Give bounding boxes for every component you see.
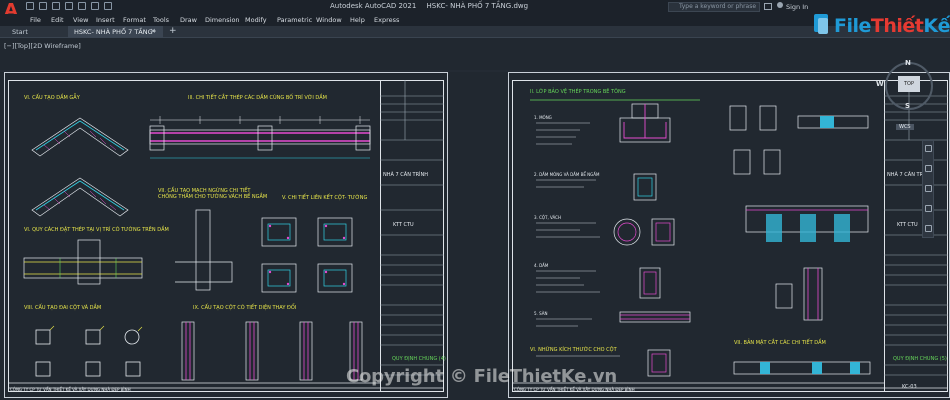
wcs-menu[interactable]: WCS: [896, 124, 914, 130]
viewcube[interactable]: TOP N S W: [876, 59, 933, 110]
viewcube-top-face[interactable]: TOP: [898, 76, 920, 92]
brand-mark-icon: [814, 14, 828, 34]
zoom-icon[interactable]: [925, 185, 932, 192]
brand-text: FileThiếtKế.vn: [834, 15, 950, 37]
brand-part-2: Thiết: [870, 15, 924, 37]
compass-west: W: [876, 80, 884, 88]
orbit-icon[interactable]: [925, 205, 932, 212]
copyright-watermark: Copyright © FileThietKe.vn: [346, 366, 618, 387]
pan-icon[interactable]: [925, 165, 932, 172]
navigation-bar: [922, 140, 934, 238]
showmotion-icon[interactable]: [925, 225, 932, 232]
compass-north: N: [905, 59, 911, 67]
compass-south: S: [905, 102, 911, 110]
steering-wheel-icon[interactable]: [925, 145, 932, 152]
brand-part-3: Kế.vn: [923, 15, 950, 37]
brand-part-1: File: [834, 15, 871, 37]
drawing-linework: [0, 70, 950, 389]
